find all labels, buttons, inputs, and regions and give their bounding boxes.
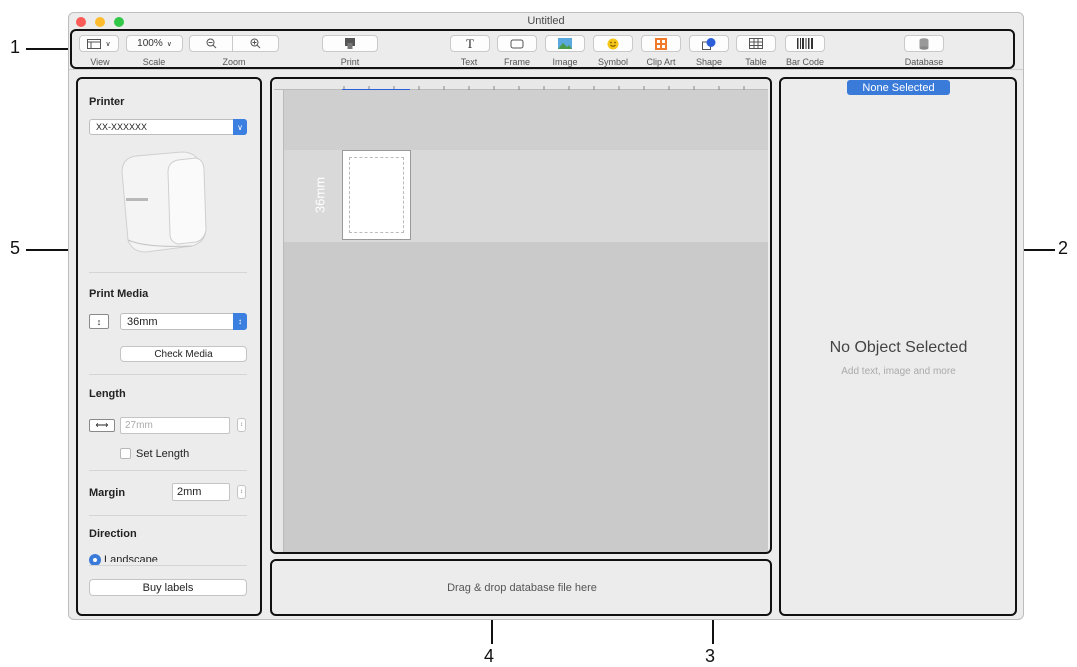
callout-3: 3 [705,646,716,666]
callout-1: 1 [10,37,21,57]
callout-frame-left-panel [76,77,262,616]
callout-4: 4 [484,646,495,666]
callout-frame-dropzone [270,559,772,616]
close-button[interactable] [76,17,86,27]
callout-frame-toolbar [70,29,1015,69]
maximize-button[interactable] [114,17,124,27]
callout-frame-canvas [270,77,772,554]
callout-frame-inspector [779,77,1017,616]
window-title: Untitled [527,15,565,27]
callout-5: 5 [10,238,21,258]
callout-2: 2 [1058,238,1069,258]
minimize-button[interactable] [95,17,105,27]
callout-line-1 [26,48,72,50]
